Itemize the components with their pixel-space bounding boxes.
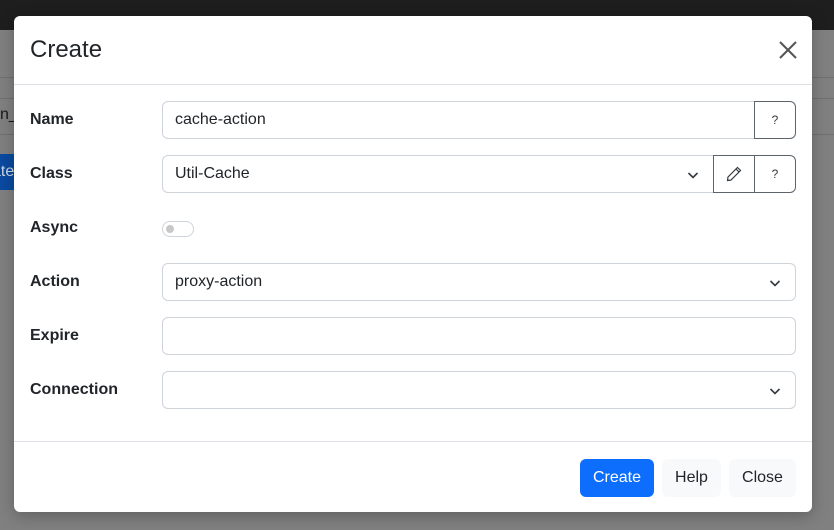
name-label: Name xyxy=(30,111,74,128)
create-button[interactable]: Create xyxy=(580,459,654,497)
close-icon[interactable] xyxy=(778,40,798,60)
name-help-button[interactable]: ? xyxy=(754,101,796,139)
close-button[interactable]: Close xyxy=(729,459,796,497)
expire-input[interactable] xyxy=(162,317,796,355)
dialog-footer: Create Help Close xyxy=(14,441,812,512)
toggle-knob xyxy=(166,225,174,233)
action-select[interactable]: proxy-action xyxy=(162,263,796,301)
chevron-down-icon xyxy=(769,388,781,395)
action-label: Action xyxy=(30,273,80,290)
help-button[interactable]: Help xyxy=(662,459,721,497)
name-input[interactable]: cache-action xyxy=(162,101,755,139)
class-label: Class xyxy=(30,165,73,182)
class-select[interactable]: Util-Cache xyxy=(162,155,714,193)
class-help-button[interactable]: ? xyxy=(754,155,796,193)
connection-select[interactable] xyxy=(162,371,796,409)
create-dialog: Create Name cache-action ? Class Util-Ca… xyxy=(14,16,812,512)
chevron-down-icon xyxy=(687,172,699,179)
class-select-value: Util-Cache xyxy=(175,165,250,182)
dialog-title: Create xyxy=(30,36,103,63)
name-row: Name cache-action ? xyxy=(30,101,796,139)
action-row: Action proxy-action xyxy=(30,263,796,301)
action-select-value: proxy-action xyxy=(175,273,263,290)
class-edit-button[interactable] xyxy=(713,155,755,193)
expire-label: Expire xyxy=(30,327,79,344)
pencil-icon xyxy=(726,166,742,182)
dialog-header: Create xyxy=(14,16,812,85)
async-toggle[interactable] xyxy=(162,221,194,237)
connection-label: Connection xyxy=(30,381,118,398)
expire-row: Expire xyxy=(30,317,796,355)
async-row: Async xyxy=(30,209,796,247)
connection-row: Connection xyxy=(30,371,796,409)
class-row: Class Util-Cache ? xyxy=(30,155,796,193)
async-label: Async xyxy=(30,219,79,236)
chevron-down-icon xyxy=(769,280,781,287)
